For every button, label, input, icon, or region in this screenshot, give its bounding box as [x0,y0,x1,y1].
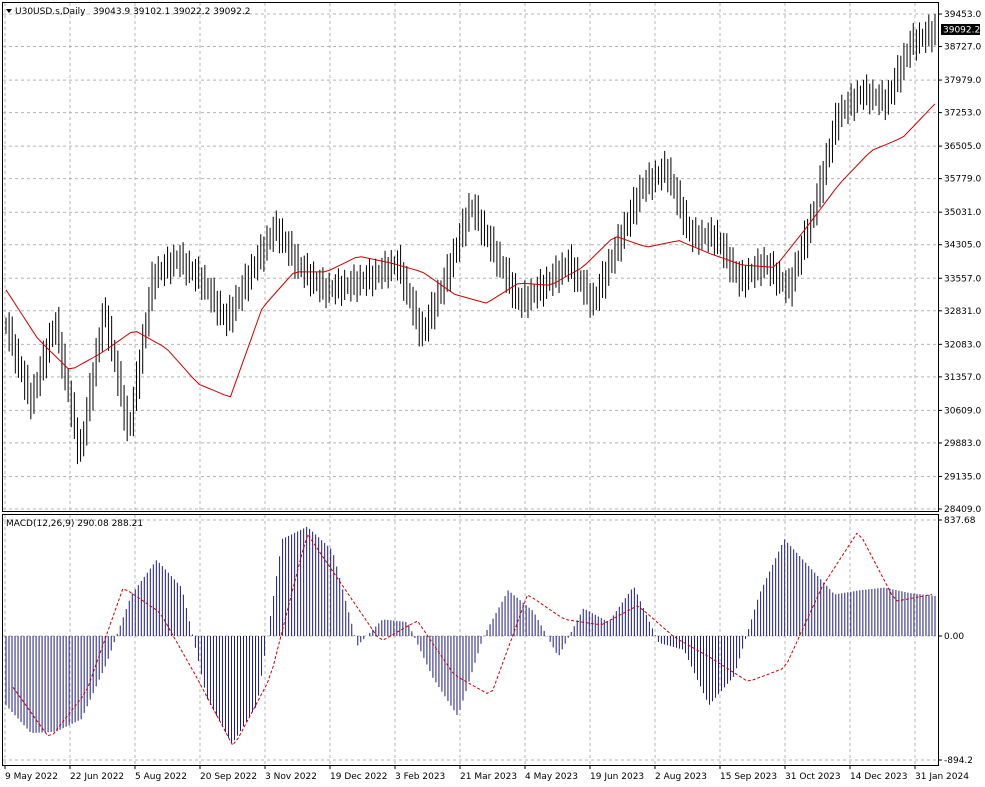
macd-tick-label: -894.2 [944,756,973,766]
macd-tick-label: 837.68 [944,516,976,526]
last-price-tag: 39092.2 [943,26,980,36]
price-tick-label: 34305.0 [944,241,981,251]
price-tick-label: 31357.0 [944,373,981,383]
time-tick-label: 2 Aug 2023 [655,772,707,782]
price-tick-label: 28409.0 [944,505,981,515]
macd-tick-label: 0.00 [944,632,964,642]
time-tick-label: 4 May 2023 [525,772,578,782]
time-tick-label: 20 Sep 2022 [200,772,257,782]
price-tick-label: 29135.0 [944,472,981,482]
price-tick-label: 39453.0 [944,10,981,20]
symbol-label[interactable]: U30USD.s,Daily [15,7,86,17]
price-tick-label: 38727.0 [944,43,981,53]
price-axis: 39453.0 38727.0 37979.0 37253.0 36505.0 35779… [938,10,981,515]
time-tick-label: 19 Jun 2023 [590,772,644,782]
macd-axis: 837.68 0.00 -894.2 [938,516,976,766]
time-tick-label: 21 Mar 2023 [460,772,517,782]
time-tick-label: 3 Feb 2023 [395,772,445,782]
price-tick-label: 37979.0 [944,76,981,86]
price-tick-label: 36505.0 [944,142,981,152]
price-tick-label: 33557.0 [944,274,981,284]
chart-canvas: 39453.0 38727.0 37979.0 37253.0 36505.0 35779… [2,2,981,782]
price-tick-label: 35779.0 [944,175,981,185]
macd-panel-frame [2,514,939,766]
price-tick-label: 32083.0 [944,340,981,350]
time-tick-label: 31 Jan 2024 [915,772,969,782]
macd-label: MACD(12,26,9) 290.08 288.21 [6,519,143,529]
price-tick-label: 30609.0 [944,406,981,416]
time-tick-label: 19 Dec 2022 [330,772,388,782]
time-tick-label: 15 Sep 2023 [720,772,777,782]
time-tick-label: 31 Oct 2023 [785,772,841,782]
price-tick-label: 29883.0 [944,439,981,449]
time-tick-label: 5 Aug 2022 [135,772,187,782]
time-tick-label: 14 Dec 2023 [850,772,908,782]
time-axis: 9 May 2022 22 Jun 2022 5 Aug 2022 20 Sep 20… [4,765,969,782]
time-tick-label: 9 May 2022 [5,772,58,782]
ohlc-values: 39043.9 39102.1 39022.2 39092.2 [93,7,250,17]
price-tick-label: 35031.0 [944,208,981,218]
time-tick-label: 3 Nov 2022 [265,772,317,782]
time-tick-label: 22 Jun 2022 [70,772,124,782]
price-tick-label: 32831.0 [944,307,981,317]
price-tick-label: 37253.0 [944,109,981,119]
